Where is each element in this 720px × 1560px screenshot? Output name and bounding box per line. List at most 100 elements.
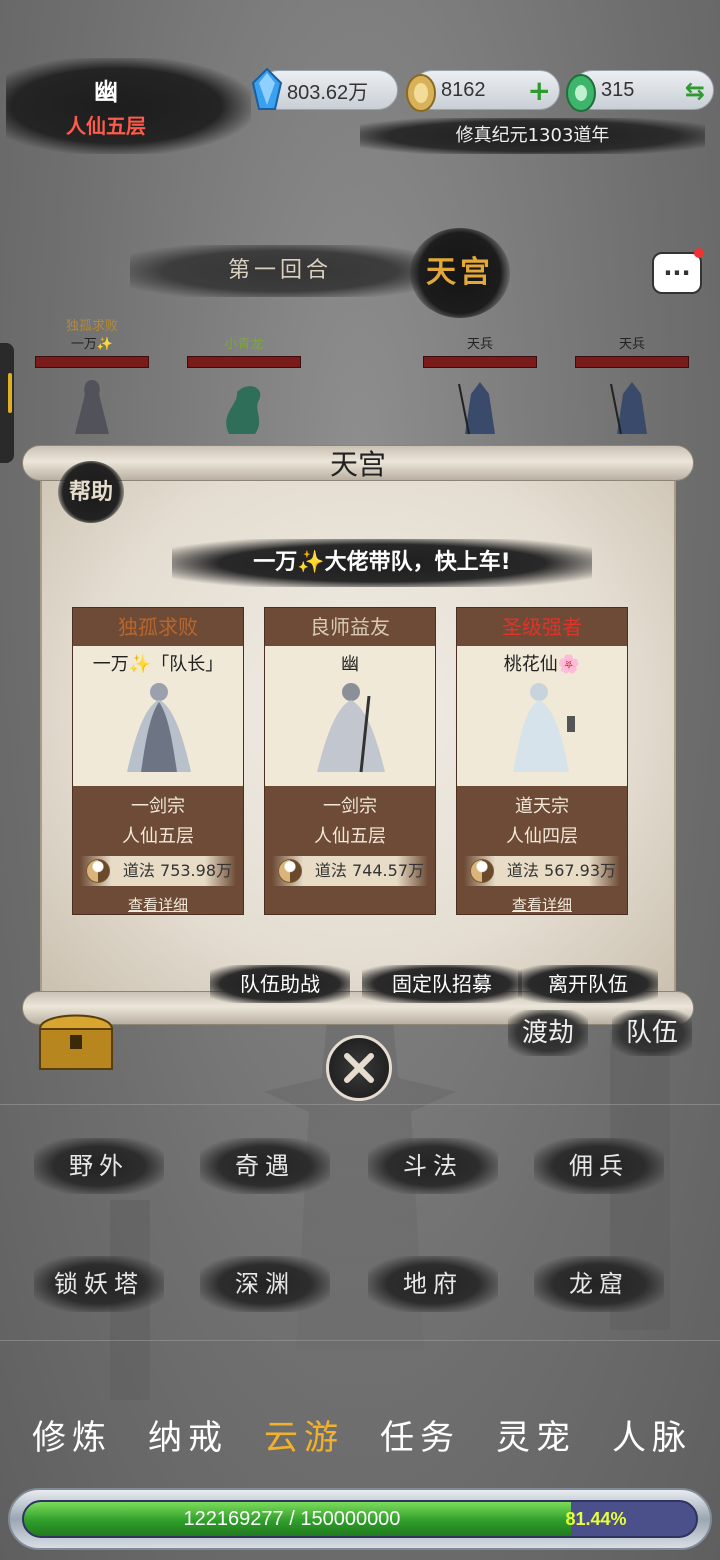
side-drawer-tab[interactable]: [0, 343, 14, 463]
nav-travel[interactable]: 云游: [254, 1410, 354, 1466]
fighter-title: [420, 315, 540, 333]
view-details-link[interactable]: 查看详细: [73, 894, 243, 915]
era-label: 修真纪元1303道年: [360, 118, 705, 154]
close-dialog-button[interactable]: [326, 1035, 392, 1101]
team-button[interactable]: 队伍: [612, 1010, 692, 1056]
chat-button[interactable]: ···: [652, 248, 704, 294]
hp-bar: [575, 356, 689, 368]
currency-gold[interactable]: 8162 +: [406, 70, 560, 112]
member-realm: 人仙五层: [314, 826, 386, 847]
add-gold-button[interactable]: +: [528, 75, 551, 107]
member-realm: 人仙四层: [506, 826, 578, 847]
member-sect: 一剑宗: [131, 796, 185, 817]
member-portrait-area: 桃花仙🌸: [457, 646, 627, 786]
currency-jade[interactable]: 315 ⇆: [566, 70, 714, 112]
member-title: 良师益友: [310, 615, 390, 639]
close-icon: [344, 1053, 374, 1083]
fighter-ally[interactable]: 独孤求败 一万✨: [32, 315, 152, 448]
exp-value: 122169277 / 150000000: [183, 1508, 401, 1530]
fighter-enemy[interactable]: 天兵: [420, 315, 540, 448]
fighter-title: [184, 315, 304, 333]
nav-pets[interactable]: 灵宠: [486, 1410, 586, 1466]
team-slogan: 一万✨大佬带队，快上车!: [172, 539, 592, 587]
exchange-button[interactable]: ⇆: [685, 75, 705, 107]
hp-bar: [187, 356, 301, 368]
member-portrait-area: 幽: [265, 646, 435, 786]
tribulation-button[interactable]: 渡劫: [508, 1010, 588, 1056]
treasure-chest-icon[interactable]: [36, 1005, 116, 1071]
yin-yang-icon: [86, 859, 110, 883]
location-underworld-button[interactable]: 地府: [368, 1256, 498, 1312]
dao-value: 道法 567.93万: [506, 861, 616, 880]
jade-icon: [566, 74, 596, 112]
member-card-leader[interactable]: 独孤求败 一万✨「队长」 一剑宗 人仙五层 道法 753.98万 查看详细: [72, 607, 244, 915]
dao-value: 道法 744.57万: [314, 861, 424, 880]
member-name: 幽: [341, 654, 359, 675]
location-adventure-button[interactable]: 奇遇: [200, 1138, 330, 1194]
member-card[interactable]: 圣级强者 桃花仙🌸 道天宗 人仙四层 道法 567.93万 查看详细: [456, 607, 628, 915]
member-card-self[interactable]: 良师益友 幽 一剑宗 人仙五层 道法 744.57万: [264, 607, 436, 915]
player-plate[interactable]: 幽 人仙五层: [6, 58, 251, 154]
currency-value: 315: [601, 78, 635, 101]
divider: [0, 1104, 720, 1105]
hp-bar: [423, 356, 537, 368]
member-title: 圣级强者: [502, 615, 582, 639]
yin-yang-icon: [470, 859, 494, 883]
currency-value: 803.62万: [287, 81, 369, 104]
soldier-sprite-icon: [458, 382, 495, 435]
swordsman-portrait-icon: [127, 683, 191, 772]
nav-cultivate[interactable]: 修炼: [22, 1410, 122, 1466]
fighter-title: [572, 315, 692, 333]
member-sect: 一剑宗: [323, 796, 377, 817]
hp-bar: [35, 356, 149, 368]
fighter-pet[interactable]: 小青龙: [184, 315, 304, 448]
member-dao-power: 道法 567.93万: [464, 856, 620, 886]
fighter-name: 小青龙: [224, 337, 264, 352]
fairy-portrait-icon: [513, 683, 575, 772]
member-dao-power: 道法 753.98万: [80, 856, 236, 886]
member-dao-power: 道法 744.57万: [272, 856, 428, 886]
location-duel-button[interactable]: 斗法: [368, 1138, 498, 1194]
fighter-name: 一万✨: [70, 337, 114, 352]
help-button[interactable]: 帮助: [58, 461, 124, 523]
leave-team-button[interactable]: 离开队伍: [518, 965, 658, 1003]
realm-seal: 天宫: [410, 228, 510, 318]
member-name: 桃花仙🌸: [503, 654, 581, 675]
round-label: 第一回合: [130, 245, 430, 297]
gold-coin-icon: [406, 74, 436, 112]
location-dragon-cave-button[interactable]: 龙窟: [534, 1256, 664, 1312]
team-assist-button[interactable]: 队伍助战: [210, 965, 350, 1003]
location-abyss-button[interactable]: 深渊: [200, 1256, 330, 1312]
location-mercenary-button[interactable]: 佣兵: [534, 1138, 664, 1194]
member-sect: 道天宗: [515, 796, 569, 817]
member-realm: 人仙五层: [122, 826, 194, 847]
currency-value: 8162: [441, 78, 486, 101]
fixed-team-recruit-button[interactable]: 固定队招募: [362, 965, 522, 1003]
member-portrait-area: 一万✨「队长」: [73, 646, 243, 786]
team-dialog: 天宫 帮助 一万✨大佬带队，快上车! 独孤求败 一万✨「队长」 一剑宗 人仙五层…: [22, 445, 694, 1025]
nav-tasks[interactable]: 任务: [370, 1410, 470, 1466]
fighter-name: 天兵: [618, 337, 645, 352]
currency-spirit-stone[interactable]: 803.62万: [251, 67, 398, 110]
nav-ring[interactable]: 纳戒: [138, 1410, 238, 1466]
member-title: 独孤求败: [118, 615, 198, 639]
nav-contacts[interactable]: 人脉: [602, 1410, 702, 1466]
fighter-enemy[interactable]: 天兵: [572, 315, 692, 448]
dialog-title: 天宫: [329, 448, 386, 481]
dao-value: 道法 753.98万: [122, 861, 232, 880]
swordsman-portrait-icon: [317, 683, 385, 773]
dragon-sprite-icon: [226, 386, 261, 434]
divider: [0, 1340, 720, 1341]
swordsman-sprite-icon: [75, 380, 109, 434]
location-demon-tower-button[interactable]: 锁妖塔: [34, 1256, 164, 1312]
soldier-sprite-icon: [610, 382, 647, 435]
blue-crystal-icon: [251, 67, 283, 110]
fighter-name: 天兵: [466, 337, 493, 352]
player-rank: 人仙五层: [66, 114, 146, 138]
notification-dot: [694, 248, 704, 258]
member-name: 一万✨「队长」: [92, 654, 224, 675]
location-wild-button[interactable]: 野外: [34, 1138, 164, 1194]
yin-yang-icon: [278, 859, 302, 883]
fighter-title: 独孤求败: [65, 319, 118, 334]
view-details-link[interactable]: 查看详细: [457, 894, 627, 915]
